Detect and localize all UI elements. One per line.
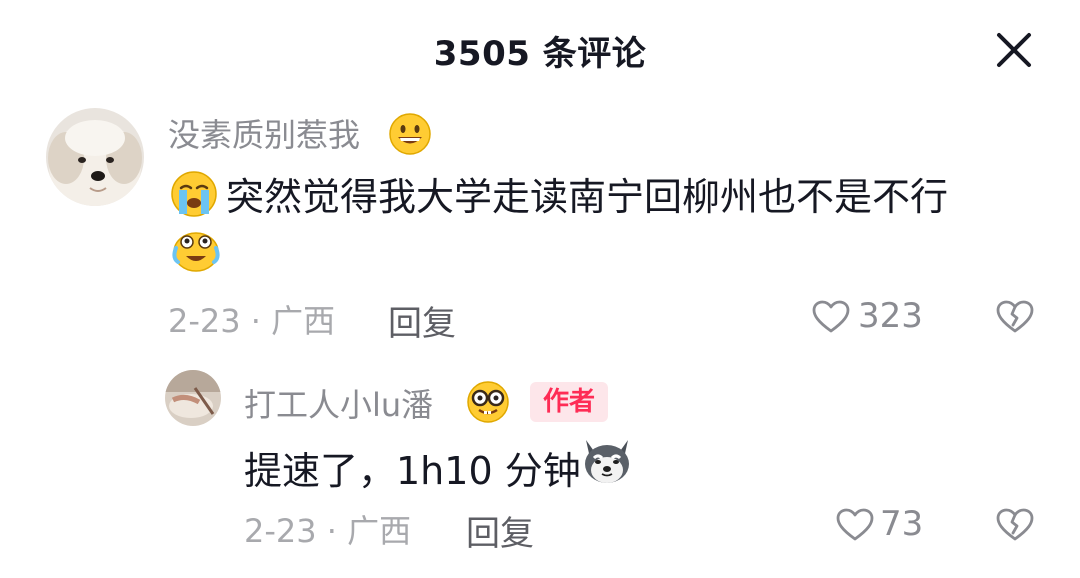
close-icon — [997, 33, 1031, 67]
comment-date-location: 2-23 · 广西 — [168, 302, 336, 340]
husky-dog-emoji-icon — [580, 436, 634, 490]
like-button[interactable] — [836, 508, 874, 546]
close-button[interactable] — [992, 28, 1036, 72]
reply-button[interactable]: 回复 — [388, 296, 456, 345]
like-count: 323 — [858, 296, 923, 336]
avatar[interactable] — [46, 108, 144, 206]
like-button[interactable] — [812, 300, 850, 338]
heart-icon — [812, 300, 850, 333]
grinning-face-emoji-icon — [388, 112, 432, 160]
comments-panel: 3505 条评论 没素质别惹我 突然觉得我大学走读南宁回柳州也不是不行 2-23… — [0, 0, 1080, 578]
avatar[interactable] — [165, 370, 221, 426]
dislike-button[interactable] — [996, 508, 1034, 546]
broken-heart-icon — [996, 508, 1034, 541]
like-count: 73 — [880, 504, 924, 544]
comment-count-title: 3505 条评论 — [433, 34, 647, 74]
comment-username[interactable]: 没素质别惹我 — [168, 110, 360, 156]
comment-text: 提速了，1h10 分钟 — [244, 449, 581, 493]
heart-icon — [836, 508, 874, 541]
reply-button[interactable]: 回复 — [466, 506, 534, 555]
crying-face-emoji-icon — [170, 170, 218, 222]
comment-username[interactable]: 打工人小lu潘 — [244, 380, 433, 426]
dislike-button[interactable] — [996, 300, 1034, 338]
comment-date-location: 2-23 · 广西 — [244, 512, 412, 550]
dog-avatar-image — [46, 108, 144, 206]
tearful-laughing-emoji-icon — [170, 228, 222, 276]
nerd-face-emoji-icon — [466, 380, 510, 428]
author-badge: 作者 — [530, 382, 608, 422]
user-avatar-image — [165, 370, 221, 426]
broken-heart-icon — [996, 300, 1034, 333]
comment-text: 突然觉得我大学走读南宁回柳州也不是不行 — [226, 175, 949, 219]
